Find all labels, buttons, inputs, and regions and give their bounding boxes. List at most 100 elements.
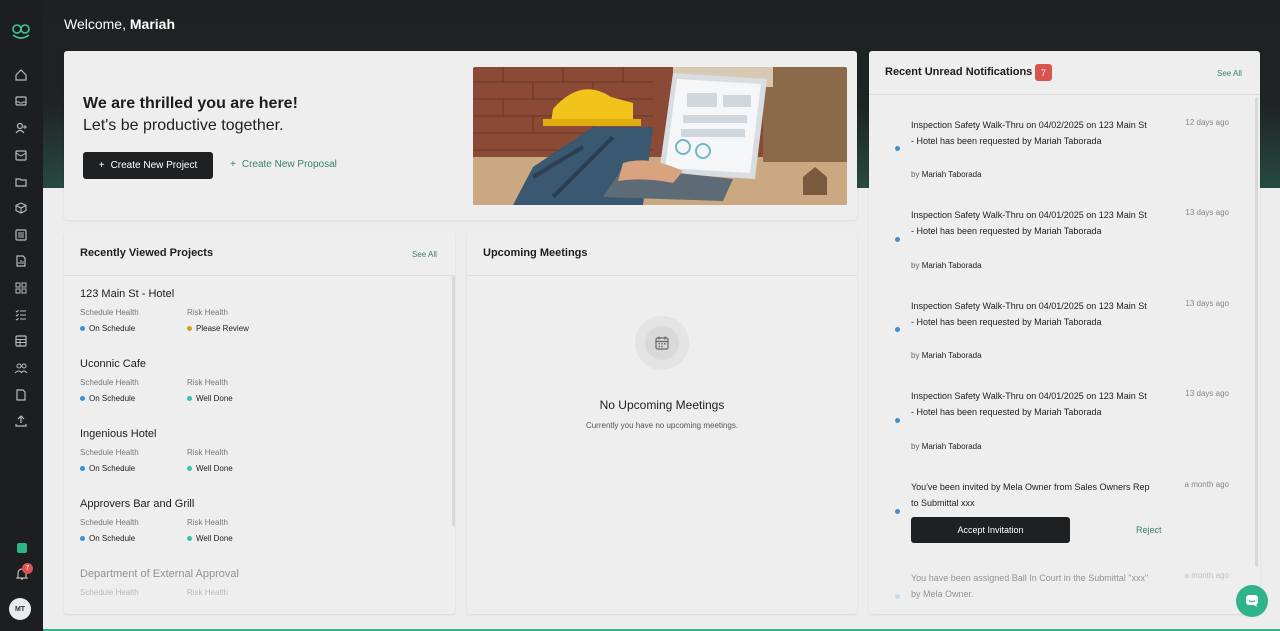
project-name: Uconnic Cafe — [80, 358, 147, 370]
list-box-icon[interactable] — [13, 227, 29, 243]
status-indicator[interactable] — [17, 543, 27, 553]
see-all-projects-link[interactable]: See All — [412, 250, 437, 259]
risk-health-label: Risk Health — [187, 378, 228, 387]
notification-text: You have been assigned Ball In Court in … — [911, 573, 1149, 599]
sidebar: 7 MT — [0, 0, 43, 631]
notification-author: by Mariah Taborada — [911, 442, 982, 451]
divider — [64, 275, 455, 276]
accept-invitation-button[interactable]: Accept Invitation — [911, 517, 1070, 543]
file-icon[interactable] — [13, 387, 29, 403]
avatar[interactable]: MT — [9, 598, 31, 620]
user-add-icon[interactable] — [13, 120, 29, 136]
welcome-title: Welcome, Mariah — [64, 16, 175, 32]
table-icon[interactable] — [13, 333, 29, 349]
brand-logo-icon[interactable] — [11, 23, 31, 41]
status-dot — [80, 466, 85, 471]
recent-projects-card: Recently Viewed Projects See All 123 Mai… — [64, 232, 455, 614]
reject-invitation-link[interactable]: Reject — [1136, 525, 1162, 535]
project-item[interactable]: 123 Main St - Hotel Schedule Health On Sc… — [80, 288, 440, 333]
schedule-health-label: Schedule Health — [80, 588, 139, 597]
chat-icon — [1246, 595, 1258, 607]
project-item[interactable]: Department of External Approval Schedule… — [80, 568, 440, 597]
create-project-button[interactable]: + Create New Project — [83, 152, 213, 179]
notifications-card: Recent Unread Notifications 7 See All In… — [869, 51, 1260, 614]
notification-author: by Mariah Taborada — [911, 170, 982, 179]
unread-dot — [895, 418, 900, 423]
notification-time: a month ago — [1184, 571, 1229, 580]
empty-state-title: No Upcoming Meetings — [599, 398, 725, 412]
by-prefix: by — [911, 351, 920, 360]
unread-dot — [895, 237, 900, 242]
author-name: Mariah Taborada — [921, 261, 982, 270]
notification-text: You've been invited by Mela Owner from S… — [911, 482, 1150, 508]
status-dot — [187, 536, 192, 541]
by-prefix: by — [911, 261, 920, 270]
upcoming-meetings-card: Upcoming Meetings No Upcoming Meetings C… — [467, 232, 857, 614]
author-name: Mariah Taborada — [921, 442, 982, 451]
schedule-health-value: On Schedule — [89, 324, 136, 333]
schedule-health-label: Schedule Health — [80, 448, 139, 457]
notification-count-badge: 7 — [22, 563, 33, 574]
by-prefix: by — [911, 442, 920, 451]
notification-author: by Mariah Taborada — [911, 261, 982, 270]
notification-time: 12 days ago — [1185, 118, 1229, 127]
schedule-health-label: Schedule Health — [80, 308, 139, 317]
home-icon[interactable] — [13, 67, 29, 83]
folder-icon[interactable] — [13, 174, 29, 190]
scrollbar[interactable] — [1255, 97, 1258, 567]
project-item[interactable]: Approvers Bar and Grill Schedule Health O… — [80, 498, 440, 543]
chat-support-button[interactable] — [1236, 585, 1268, 617]
schedule-health-value: On Schedule — [89, 464, 136, 473]
risk-health-value: Well Done — [196, 394, 233, 403]
notification-time: 13 days ago — [1185, 208, 1229, 217]
schedule-health-value: On Schedule — [89, 534, 136, 543]
recent-projects-title: Recently Viewed Projects — [80, 247, 214, 259]
unread-dot — [895, 509, 900, 514]
notification-time: 13 days ago — [1185, 389, 1229, 398]
risk-health-value: Please Review — [196, 324, 249, 333]
divider — [869, 94, 1260, 95]
team-icon[interactable] — [13, 360, 29, 376]
calendar-icon — [655, 336, 669, 350]
divider — [467, 275, 857, 276]
plus-icon: + — [230, 159, 236, 170]
mail-open-icon[interactable] — [13, 147, 29, 163]
document-chart-icon[interactable] — [13, 253, 29, 269]
unread-dot — [895, 327, 900, 332]
meetings-title: Upcoming Meetings — [483, 247, 588, 259]
cube-icon[interactable] — [13, 200, 29, 216]
checklist-icon[interactable] — [13, 307, 29, 323]
risk-health-label: Risk Health — [187, 448, 228, 457]
see-all-notifications-link[interactable]: See All — [1217, 69, 1242, 78]
author-name: Mariah Taborada — [921, 170, 982, 179]
status-dot — [80, 536, 85, 541]
grid-icon[interactable] — [13, 280, 29, 296]
project-name: Approvers Bar and Grill — [80, 498, 195, 510]
scrollbar[interactable] — [452, 276, 455, 526]
status-dot — [187, 326, 192, 331]
notification-text: Inspection Safety Walk-Thru on 04/01/202… — [911, 301, 1147, 327]
inbox-icon[interactable] — [13, 93, 29, 109]
risk-health-value: Well Done — [196, 464, 233, 473]
risk-health-label: Risk Health — [187, 588, 228, 597]
empty-state-illustration — [635, 316, 689, 370]
status-dot — [80, 326, 85, 331]
project-item[interactable]: Uconnic Cafe Schedule Health On Schedule … — [80, 358, 440, 403]
unread-dot — [895, 594, 900, 599]
hero-heading: We are thrilled you are here! — [83, 95, 298, 112]
hero-illustration — [473, 67, 847, 205]
upload-icon[interactable] — [13, 413, 29, 429]
project-item[interactable]: Ingenious Hotel Schedule Health On Schedu… — [80, 428, 440, 473]
hero-subheading: Let's be productive together. — [83, 117, 284, 134]
notification-text: Inspection Safety Walk-Thru on 04/02/202… — [911, 120, 1147, 146]
notification-time: 13 days ago — [1185, 299, 1229, 308]
schedule-health-label: Schedule Health — [80, 518, 139, 527]
notification-author: by Mariah Taborada — [911, 351, 982, 360]
risk-health-label: Risk Health — [187, 518, 228, 527]
notification-text: Inspection Safety Walk-Thru on 04/01/202… — [911, 391, 1147, 417]
plus-icon: + — [98, 160, 105, 171]
create-proposal-link[interactable]: + Create New Proposal — [230, 159, 337, 170]
notification-time: a month ago — [1184, 480, 1229, 489]
project-name: Department of External Approval — [80, 568, 239, 580]
empty-state-subtitle: Currently you have no upcoming meetings. — [585, 421, 739, 430]
